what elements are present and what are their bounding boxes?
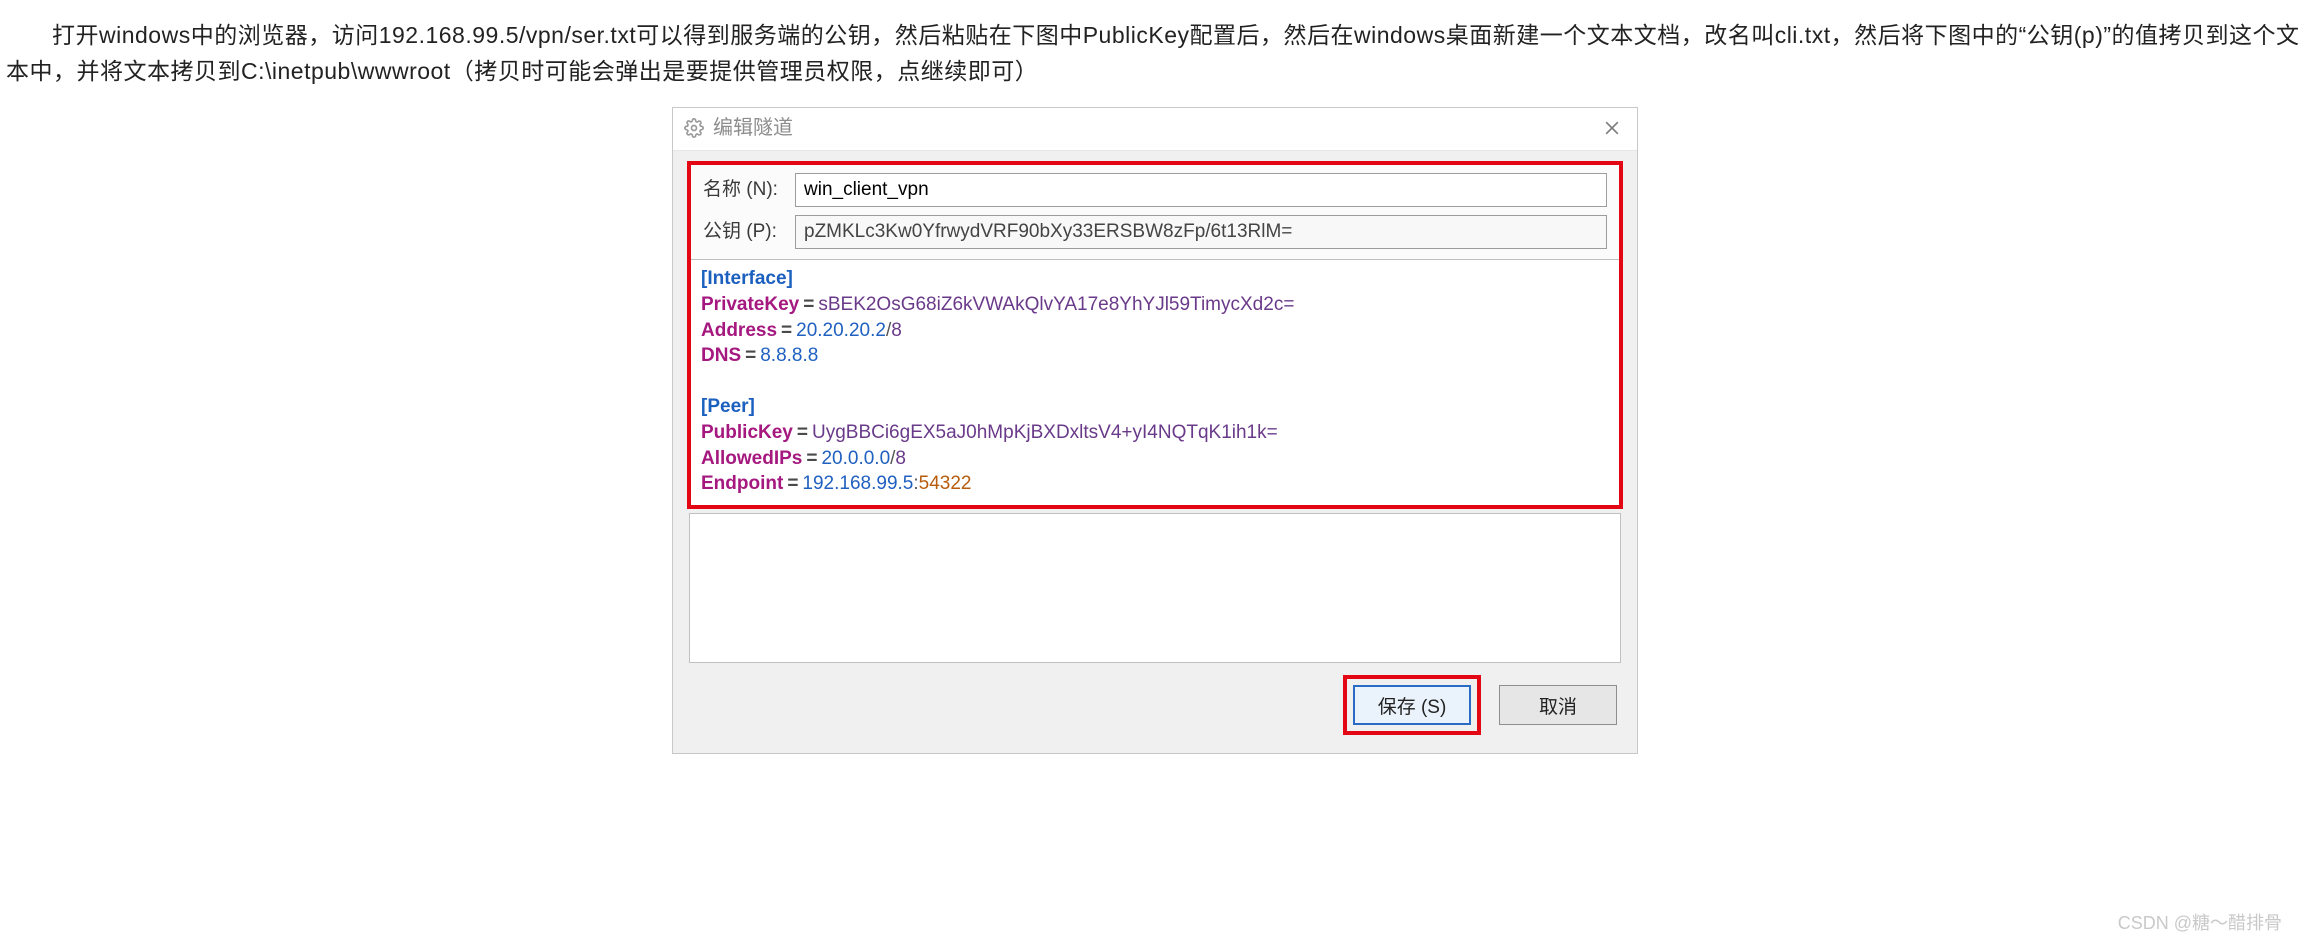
cancel-button[interactable]: 取消 [1499,685,1617,725]
peer-publickey-label: PublicKey [701,422,793,443]
instruction-paragraph: 打开windows中的浏览器，访问192.168.99.5/vpn/ser.tx… [0,0,2310,107]
dns-label: DNS [701,345,741,366]
endpoint-port: 54322 [919,473,972,494]
close-icon[interactable] [1597,113,1627,143]
edit-tunnel-dialog: 编辑隧道 名称 (N): 公钥 (P): [Interface] Private… [672,107,1638,754]
dialog-title: 编辑隧道 [713,112,793,144]
gear-icon [683,117,705,139]
watermark-text: CSDN @糖～醋排骨 [2118,909,2282,938]
dialog-wrapper: 编辑隧道 名称 (N): 公钥 (P): [Interface] Private… [0,107,2310,754]
save-button[interactable]: 保存 (S) [1353,685,1471,725]
interface-header: [Interface] [701,268,793,289]
privatekey-label: PrivateKey [701,294,799,315]
address-ip: 20.20.20.2 [796,320,886,341]
allowedips-cidr: 8 [895,448,906,469]
allowedips-ip: 20.0.0.0 [821,448,890,469]
endpoint-ip: 192.168.99.5 [802,473,913,494]
name-row: 名称 (N): [691,165,1619,209]
name-label: 名称 (N): [703,175,795,205]
name-input[interactable] [795,173,1607,207]
pubkey-input[interactable] [795,215,1607,249]
instruction-text: 打开windows中的浏览器，访问192.168.99.5/vpn/ser.tx… [6,22,2300,84]
dialog-titlebar: 编辑隧道 [673,108,1637,151]
save-highlight-box: 保存 (S) [1343,675,1481,735]
dns-value: 8.8.8.8 [760,345,818,366]
endpoint-label: Endpoint [701,473,783,494]
empty-lower-panel [689,513,1621,663]
allowedips-label: AllowedIPs [701,448,802,469]
pubkey-row: 公钥 (P): [691,209,1619,259]
privatekey-value: sBEK2OsG68iZ6kVWAkQlvYA17e8YhYJl59TimycX… [818,294,1294,315]
peer-publickey-value: UygBBCi6gEX5aJ0hMpKjBXDxltsV4+yI4NQTqK1i… [812,422,1278,443]
highlighted-config-area: 名称 (N): 公钥 (P): [Interface] PrivateKey=s… [687,161,1623,509]
pubkey-label: 公钥 (P): [703,217,795,247]
dialog-button-row: 保存 (S) 取消 [673,675,1637,753]
peer-header: [Peer] [701,396,755,417]
address-label: Address [701,320,777,341]
config-textarea[interactable]: [Interface] PrivateKey=sBEK2OsG68iZ6kVWA… [691,259,1619,505]
address-cidr: 8 [891,320,902,341]
